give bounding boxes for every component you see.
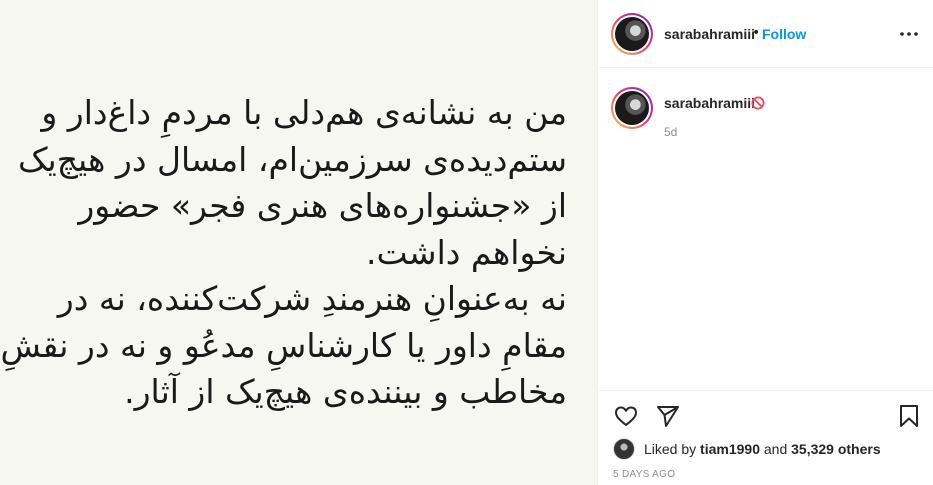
no-entry-icon [751, 95, 765, 114]
avatar[interactable] [611, 13, 653, 55]
likes-prefix: Liked by [644, 441, 701, 457]
post-sidebar: sarabahramiii • Follow sarabahramiii 5d [599, 0, 933, 485]
likes-text: Liked by tiam1990 and 35,329 others [644, 441, 881, 457]
separator-dot: • [752, 25, 761, 41]
more-horizontal-icon[interactable] [896, 22, 922, 46]
post-text-line: من به نشانه‌ی هم‌دلی با مردمِ داغ‌دار و [41, 93, 567, 132]
liker-username-link[interactable]: tiam1990 [700, 441, 760, 457]
post-text-line: مخاطب و بیننده‌ی هیچ‌یک از آثار. [124, 372, 567, 411]
liker-avatar[interactable] [613, 438, 635, 460]
likes-conjunction: and [759, 441, 792, 457]
follow-button[interactable]: Follow [762, 26, 806, 42]
header-username-link[interactable]: sarabahramiii [664, 26, 755, 42]
post-header: sarabahramiii • Follow [599, 0, 933, 68]
avatar-image [615, 91, 649, 125]
post-text-line: نخواهم داشت. [366, 232, 567, 272]
paper-plane-icon[interactable] [655, 403, 681, 429]
likes-count-link[interactable]: 35,329 others [791, 441, 881, 457]
post-image[interactable]: من به نشانه‌ی هم‌دلی با مردمِ داغ‌دار و … [0, 0, 598, 485]
bookmark-icon[interactable] [896, 403, 922, 429]
caption-avatar[interactable] [611, 87, 653, 129]
post-text-line: مقامِ داور یا کارشناسِ مدعُو و نه در نقش… [0, 325, 567, 365]
caption-timestamp[interactable]: 5d [664, 125, 677, 139]
post-date[interactable]: 5 DAYS AGO [613, 469, 675, 480]
heart-icon[interactable] [613, 403, 639, 429]
caption-username-link[interactable]: sarabahramiii [664, 95, 755, 111]
post-text-line: نه به‌عنوانِ هنرمندِ شرکت‌کننده، نه در [57, 279, 567, 318]
post-text-line: از «جشنواره‌های هنری فجر» حضور [78, 186, 567, 225]
post-text-line: ستم‌دیده‌ی سرزمین‌ام، امسال در هیچ‌یک [18, 139, 567, 179]
avatar-image [615, 17, 649, 51]
post-image-text: من به نشانه‌ی هم‌دلی با مردمِ داغ‌دار و … [0, 90, 567, 416]
action-bar: Liked by tiam1990 and 35,329 others 5 DA… [599, 390, 933, 485]
